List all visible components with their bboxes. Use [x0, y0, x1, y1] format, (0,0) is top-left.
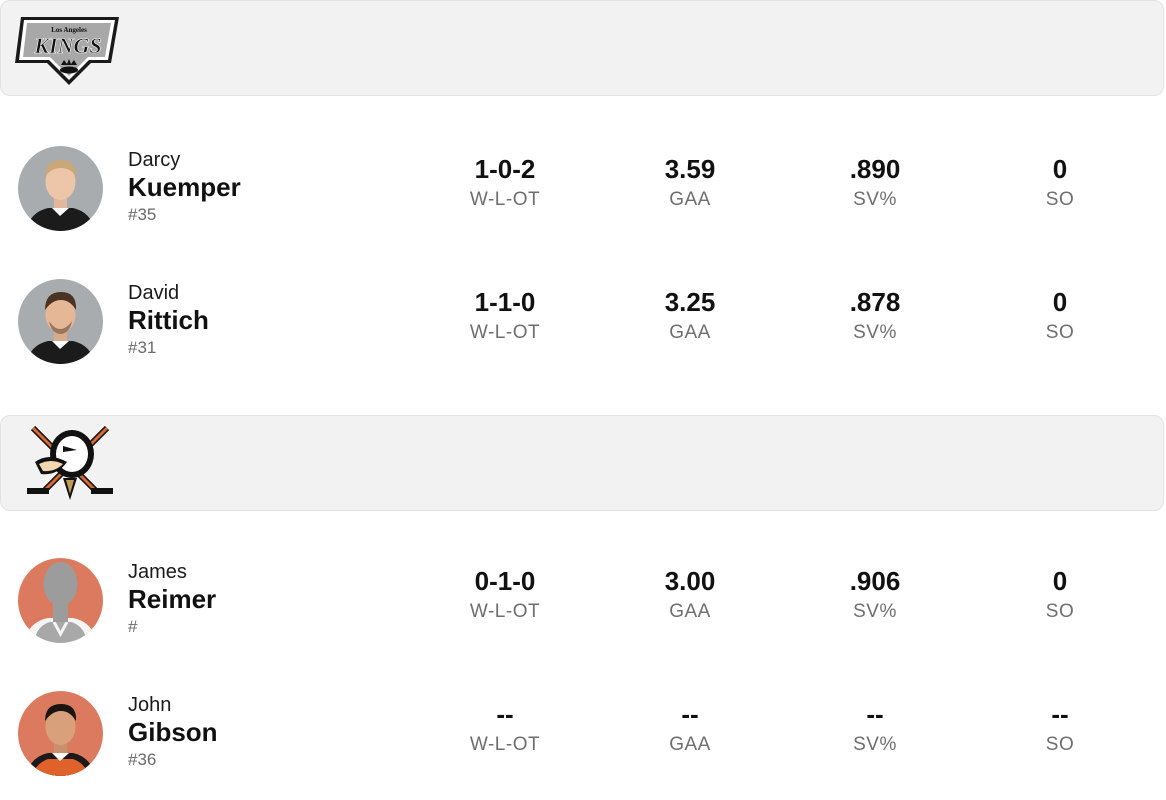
stat-shutouts: 0 SO: [980, 152, 1140, 214]
avatar[interactable]: [18, 279, 103, 364]
stat-label: SO: [1045, 322, 1075, 343]
stat-record: 1-0-2 W-L-OT: [425, 152, 585, 214]
stat-save-percentage: .878 SV%: [795, 285, 955, 347]
stat-value: .890: [849, 154, 901, 184]
avatar[interactable]: [18, 558, 103, 643]
player-last-name[interactable]: Rittich: [128, 305, 209, 335]
stat-gaa: 3.59 GAA: [610, 152, 770, 214]
jersey-number: #35: [128, 205, 157, 224]
la-kings-logo-icon[interactable]: Los Angeles KINGS: [13, 13, 123, 92]
goalie-row[interactable]: David Rittich #31 1-1-0 W-L-OT 3.25 GAA …: [0, 265, 1164, 375]
stat-label: GAA: [669, 322, 711, 343]
stat-label: SV%: [853, 189, 897, 210]
player-first-name: John: [128, 694, 172, 716]
avatar[interactable]: [18, 691, 103, 776]
goalie-row[interactable]: Darcy Kuemper #35 1-0-2 W-L-OT 3.59 GAA …: [0, 132, 1164, 242]
avatar[interactable]: [18, 146, 103, 231]
player-first-name: James: [128, 561, 187, 583]
svg-text:KINGS: KINGS: [33, 33, 101, 58]
stat-label: SO: [1045, 601, 1075, 622]
stat-shutouts: 0 SO: [980, 564, 1140, 626]
stat-value: 1-1-0: [474, 287, 536, 317]
stat-save-percentage: -- SV%: [795, 697, 955, 759]
player-last-name[interactable]: Gibson: [128, 717, 218, 747]
stat-value: 3.25: [664, 287, 716, 317]
player-last-name[interactable]: Reimer: [128, 584, 216, 614]
stat-value: --: [496, 699, 514, 729]
jersey-number: #: [128, 617, 138, 636]
stat-record: 1-1-0 W-L-OT: [425, 285, 585, 347]
stat-gaa: -- GAA: [610, 697, 770, 759]
goalie-row[interactable]: James Reimer # 0-1-0 W-L-OT 3.00 GAA .90…: [0, 544, 1164, 654]
stat-record: -- W-L-OT: [425, 697, 585, 759]
stat-label: W-L-OT: [469, 322, 541, 343]
player-first-name: Darcy: [128, 149, 181, 171]
stat-value: 0-1-0: [474, 566, 536, 596]
stat-label: SO: [1045, 189, 1075, 210]
stat-label: SV%: [853, 322, 897, 343]
stat-value: --: [681, 699, 699, 729]
player-first-name: David: [128, 282, 180, 304]
stat-label: SV%: [853, 601, 897, 622]
jersey-number: #31: [128, 338, 157, 357]
stat-shutouts: 0 SO: [980, 285, 1140, 347]
anaheim-ducks-logo-icon[interactable]: [27, 422, 113, 509]
team-header-kings: Los Angeles KINGS: [0, 0, 1164, 96]
stat-value: .878: [849, 287, 901, 317]
stat-label: SO: [1045, 734, 1075, 755]
stat-value: 3.59: [664, 154, 716, 184]
goalie-row[interactable]: John Gibson #36 -- W-L-OT -- GAA -- SV% …: [0, 677, 1164, 787]
stat-label: W-L-OT: [469, 601, 541, 622]
stat-gaa: 3.25 GAA: [610, 285, 770, 347]
stat-gaa: 3.00 GAA: [610, 564, 770, 626]
stat-save-percentage: .890 SV%: [795, 152, 955, 214]
stat-value: --: [1051, 699, 1069, 729]
stat-label: GAA: [669, 734, 711, 755]
stat-label: GAA: [669, 189, 711, 210]
stat-value: --: [866, 699, 884, 729]
stat-label: W-L-OT: [469, 189, 541, 210]
stat-value: 0: [1052, 287, 1068, 317]
stat-label: W-L-OT: [469, 734, 541, 755]
stat-value: .906: [849, 566, 901, 596]
stat-value: 0: [1052, 154, 1068, 184]
stat-value: 3.00: [664, 566, 716, 596]
player-last-name[interactable]: Kuemper: [128, 172, 241, 202]
team-header-ducks: [0, 415, 1164, 511]
stat-label: SV%: [853, 734, 897, 755]
jersey-number: #36: [128, 750, 157, 769]
stat-value: 0: [1052, 566, 1068, 596]
stat-save-percentage: .906 SV%: [795, 564, 955, 626]
stat-label: GAA: [669, 601, 711, 622]
stat-record: 0-1-0 W-L-OT: [425, 564, 585, 626]
stat-shutouts: -- SO: [980, 697, 1140, 759]
stat-value: 1-0-2: [474, 154, 536, 184]
